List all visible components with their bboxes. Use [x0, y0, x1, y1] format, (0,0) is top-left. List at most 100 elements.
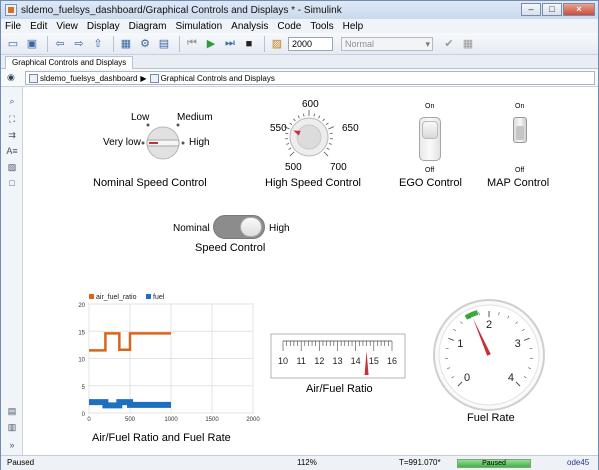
gauge-tick-label: 16 [387, 356, 397, 366]
speed-slider-switch[interactable] [213, 215, 265, 239]
knob-label-very-low: Very low [103, 137, 141, 148]
settings-icon[interactable]: ⚙ [137, 36, 153, 52]
simulation-mode-select[interactable]: Normal [341, 36, 433, 51]
menu-bar: File Edit View Display Diagram Simulatio… [1, 19, 598, 33]
expand-icon[interactable]: » [6, 439, 18, 451]
box-icon[interactable]: □ [6, 177, 18, 189]
nominal-speed-caption: Nominal Speed Control [93, 177, 207, 189]
breadcrumb-model[interactable]: sldemo_fuelsys_dashboard [40, 74, 137, 83]
speed-switch-left-label: Nominal [173, 223, 210, 234]
gauge-tick-label: 14 [351, 356, 361, 366]
gauge-tick-label: 2 [486, 319, 492, 331]
knob-cap [296, 124, 322, 150]
x-tick-label: 1500 [205, 417, 219, 423]
tab-row: Graphical Controls and Displays [1, 55, 598, 69]
gauge-tick-label: 1 [457, 338, 463, 350]
gauge-tick-label: 12 [314, 356, 324, 366]
menu-code[interactable]: Code [277, 21, 301, 32]
ego-toggle-switch[interactable] [419, 117, 441, 161]
breadcrumb-separator-icon: ▶ [140, 73, 147, 83]
check-icon[interactable]: ✔ [441, 36, 457, 52]
minimize-button[interactable]: – [521, 3, 541, 16]
knob-tick-550: 550 [270, 123, 287, 134]
knob-tick-mark [323, 151, 329, 157]
model-browser-icon[interactable]: ▤ [6, 405, 18, 417]
gauge-tick-label: 13 [332, 356, 342, 366]
gauge-tick-label: 11 [296, 356, 305, 366]
x-tick-label: 500 [125, 417, 136, 423]
save-icon[interactable]: ▣ [24, 36, 40, 52]
address-bar: ◉ sldemo_fuelsys_dashboard ▶ Graphical C… [1, 69, 598, 87]
model-icon [29, 73, 38, 83]
menu-help[interactable]: Help [343, 21, 364, 32]
scope-caption: Air/Fuel Ratio and Fuel Rate [92, 432, 231, 444]
legend-swatch-air_fuel_ratio [89, 294, 94, 299]
menu-tools[interactable]: Tools [310, 21, 333, 32]
library-icon[interactable]: ▦ [118, 36, 134, 52]
build-icon[interactable]: ▦ [460, 36, 476, 52]
legend-label-air_fuel_ratio: air_fuel_ratio [96, 294, 137, 301]
menu-display[interactable]: Display [87, 21, 120, 32]
title-bar: sldemo_fuelsys_dashboard/Graphical Contr… [1, 1, 598, 19]
knob-dot-medium [176, 123, 180, 127]
maximize-button[interactable]: □ [542, 3, 562, 16]
step-forward-icon[interactable]: ⏭ [222, 36, 238, 52]
circular-gauge-caption: Fuel Rate [467, 412, 515, 424]
map-rocker-switch[interactable] [513, 117, 527, 143]
y-tick-label: 20 [78, 303, 85, 309]
gauge-tick-label: 10 [278, 356, 288, 366]
stop-time-input[interactable]: 2000 [288, 36, 333, 51]
knob-tick-mark [286, 143, 290, 145]
fit-icon[interactable]: ⛶ [6, 113, 18, 125]
new-model-icon[interactable]: ▭ [5, 36, 21, 52]
ego-on-label: On [425, 103, 435, 110]
gauge-tick-label: 3 [515, 338, 521, 350]
annotation-icon[interactable]: A≡ [6, 145, 18, 157]
fuel-rate-circular-gauge[interactable]: 0 1 2 3 4 [431, 297, 547, 413]
map-caption: MAP Control [487, 177, 550, 189]
knob-tick-mark [289, 122, 293, 125]
status-bar: Paused 112% T=991.070* Paused ode45 [1, 455, 598, 470]
zoom-icon[interactable]: ⌕ [6, 95, 18, 107]
fuel-scope-chart[interactable]: 0 5 10 15 20 0 500 1000 1500 2000 air_fuel_ratio… [69, 291, 269, 423]
arrow-icon[interactable]: ⇉ [6, 129, 18, 141]
image-icon[interactable]: ▨ [6, 161, 18, 173]
forward-icon[interactable]: ⇨ [71, 36, 87, 52]
model-explorer-icon[interactable]: ▤ [156, 36, 172, 52]
speed-switch-right-label: High [269, 223, 290, 234]
step-back-icon[interactable]: ⏮ [184, 36, 200, 52]
model-canvas[interactable]: Low Medium Very low High Nominal Speed C… [23, 87, 598, 455]
knob-tick-mark [297, 115, 300, 119]
stop-icon[interactable]: ■ [241, 36, 257, 52]
menu-edit[interactable]: Edit [30, 21, 47, 32]
close-button[interactable]: × [563, 3, 595, 16]
breadcrumb-subsystem[interactable]: Graphical Controls and Displays [161, 74, 275, 83]
linear-gauge-caption: Air/Fuel Ratio [306, 383, 373, 395]
up-icon[interactable]: ⇧ [90, 36, 106, 52]
menu-analysis[interactable]: Analysis [231, 21, 268, 32]
nominal-speed-knob[interactable] [141, 121, 185, 165]
status-solver[interactable]: ode45 [567, 458, 589, 467]
y-tick-label: 5 [82, 385, 86, 391]
scope-icon[interactable]: ▨ [269, 36, 285, 52]
tab-graphical-controls[interactable]: Graphical Controls and Displays [5, 56, 134, 69]
menu-simulation[interactable]: Simulation [175, 21, 222, 32]
knob-tick-mark [303, 113, 305, 117]
back-icon[interactable]: ⇦ [52, 36, 68, 52]
menu-view[interactable]: View [56, 21, 78, 32]
property-icon[interactable]: ▥ [6, 421, 18, 433]
gauge-tick-label: 4 [508, 372, 514, 384]
map-off-label: Off [515, 167, 525, 174]
y-tick-label: 15 [78, 330, 85, 336]
hide-explorer-icon[interactable]: ◉ [7, 72, 15, 83]
knob-tick-mark [328, 143, 332, 145]
speed-control-caption: Speed Control [195, 242, 266, 254]
menu-file[interactable]: File [5, 21, 21, 32]
air-fuel-linear-gauge[interactable]: 10 11 12 13 14 15 16 [270, 333, 406, 379]
legend-swatch-fuel [146, 294, 151, 299]
status-zoom: 112% [297, 458, 317, 467]
menu-diagram[interactable]: Diagram [129, 21, 167, 32]
run-icon[interactable]: ▶ [203, 36, 219, 52]
status-state: Paused [7, 458, 35, 467]
speed-switch-thumb [240, 217, 262, 237]
